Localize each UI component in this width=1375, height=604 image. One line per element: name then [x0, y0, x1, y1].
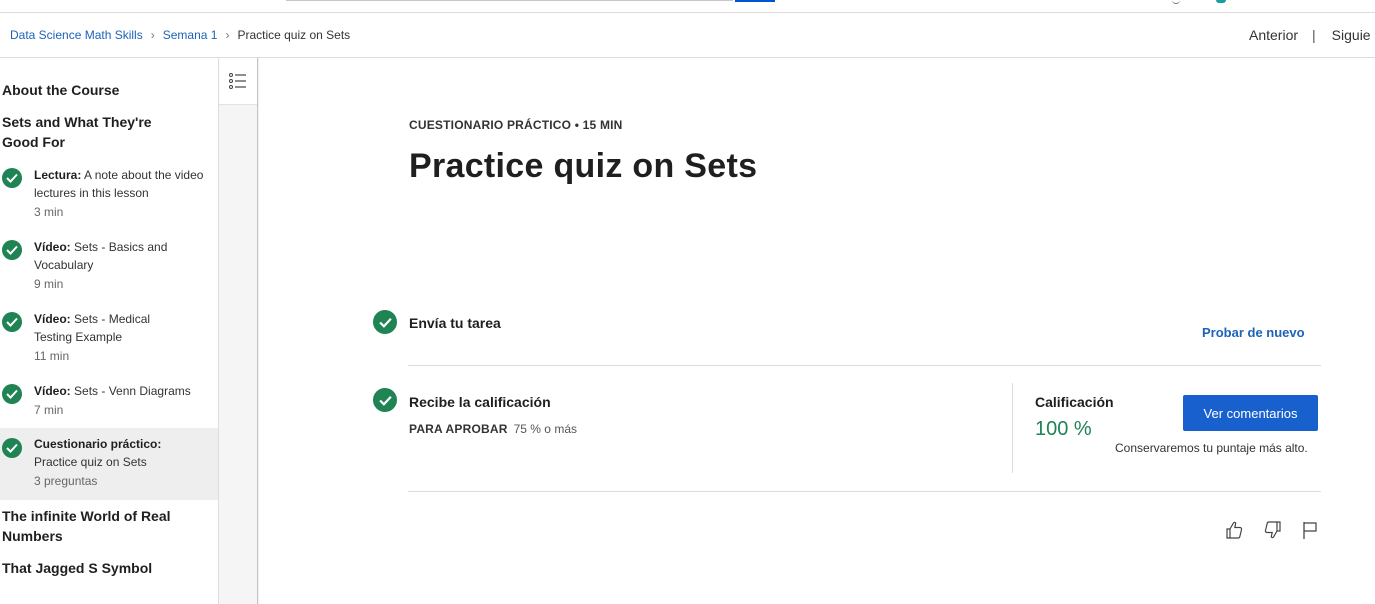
- breadcrumb: Data Science Math Skills › Semana 1 › Pr…: [10, 28, 350, 42]
- divider: [1012, 383, 1013, 473]
- passing-requirement: PARA APROBAR 75 % o más: [409, 422, 577, 436]
- item-kicker: CUESTIONARIO PRÁCTICO • 15 MIN: [409, 118, 623, 132]
- completed-check-icon: [2, 240, 22, 260]
- submit-step-title: Envía tu tarea: [409, 315, 501, 331]
- sidebar-item-video-venn[interactable]: Vídeo: Sets - Venn Diagrams 7 min: [0, 380, 218, 422]
- page-title: Practice quiz on Sets: [409, 147, 758, 185]
- sidebar-item-label: Vídeo: Sets - Basics and Vocabulary: [34, 240, 168, 272]
- help-icon[interactable]: [1172, 0, 1180, 4]
- grade-value: 100 %: [1035, 418, 1092, 440]
- sidebar-item-duration: 11 min: [34, 349, 70, 363]
- next-link[interactable]: Siguie: [1332, 27, 1371, 43]
- pass-label: PARA APROBAR: [409, 422, 508, 436]
- sidebar-item-label: Lectura: A note about the video lectures…: [34, 168, 204, 200]
- completed-check-icon: [2, 312, 22, 332]
- breadcrumb-separator: ›: [225, 28, 230, 42]
- divider: [408, 491, 1321, 492]
- like-button[interactable]: [1222, 518, 1246, 542]
- divider: [257, 58, 260, 604]
- flag-icon: [1303, 522, 1317, 539]
- sidebar-item-duration: 7 min: [34, 403, 64, 417]
- sidebar-item-label: Cuestionario práctico: Practice quiz on S…: [34, 437, 162, 469]
- sidebar-item-duration: 9 min: [34, 277, 64, 291]
- top-header: [0, 0, 1375, 13]
- divider: [408, 365, 1321, 366]
- section-jagged-s-symbol[interactable]: That Jagged S Symbol: [2, 558, 202, 578]
- completed-check-icon: [2, 438, 22, 458]
- grade-check-icon: [373, 388, 397, 412]
- retry-link[interactable]: Probar de nuevo: [1202, 325, 1305, 340]
- course-outline-sidebar: About the Course Sets and What They're G…: [0, 58, 219, 604]
- grade-label: Calificación: [1035, 394, 1114, 410]
- list-icon: [229, 73, 246, 89]
- breadcrumb-current: Practice quiz on Sets: [237, 28, 351, 42]
- sidebar-item-question-count: 3 preguntas: [34, 474, 98, 488]
- breadcrumb-separator: ›: [150, 28, 155, 42]
- search-button[interactable]: [735, 0, 775, 2]
- sidebar-item-label: Vídeo: Sets - Venn Diagrams: [34, 384, 191, 398]
- previous-link[interactable]: Anterior: [1249, 27, 1298, 43]
- completed-check-icon: [2, 168, 22, 188]
- submit-check-icon: [373, 310, 397, 334]
- breadcrumb-week-link[interactable]: Semana 1: [163, 28, 218, 42]
- grade-step-title: Recibe la calificación: [409, 394, 551, 410]
- view-feedback-button[interactable]: Ver comentarios: [1183, 395, 1318, 431]
- sidebar-item-video-medical[interactable]: Vídeo: Sets - Medical Testing Example 11…: [0, 308, 218, 368]
- completed-check-icon: [2, 384, 22, 404]
- section-real-numbers[interactable]: The infinite World of Real Numbers: [2, 506, 192, 546]
- toggle-outline-button[interactable]: [219, 58, 257, 105]
- sidebar-item-reading-note[interactable]: Lectura: A note about the video lectures…: [0, 164, 218, 224]
- sidebar-item-video-basics[interactable]: Vídeo: Sets - Basics and Vocabulary 9 mi…: [0, 236, 218, 296]
- breadcrumb-course-link[interactable]: Data Science Math Skills: [10, 28, 143, 42]
- search-input[interactable]: [286, 0, 733, 1]
- item-navigation: Anterior | Siguie: [1249, 27, 1371, 43]
- section-sets[interactable]: Sets and What They're Good For: [2, 112, 162, 152]
- pass-value: 75 % o más: [513, 422, 577, 436]
- section-about-the-course[interactable]: About the Course: [2, 80, 202, 100]
- nav-divider: |: [1312, 27, 1316, 43]
- sidebar-item-label: Vídeo: Sets - Medical Testing Example: [34, 312, 151, 344]
- dislike-button[interactable]: [1261, 518, 1285, 542]
- thumbs-up-icon: [1226, 521, 1243, 539]
- sidebar-item-duration: 3 min: [34, 205, 64, 219]
- highest-score-note: Conservaremos tu puntaje más alto.: [1115, 441, 1308, 455]
- avatar[interactable]: [1216, 0, 1226, 3]
- outline-toggle-strip: [219, 58, 258, 604]
- thumbs-down-icon: [1264, 521, 1281, 539]
- report-button[interactable]: [1298, 518, 1322, 542]
- breadcrumb-bar: Data Science Math Skills › Semana 1 › Pr…: [0, 13, 1375, 58]
- sidebar-item-practice-quiz[interactable]: Cuestionario práctico: Practice quiz on S…: [0, 428, 218, 500]
